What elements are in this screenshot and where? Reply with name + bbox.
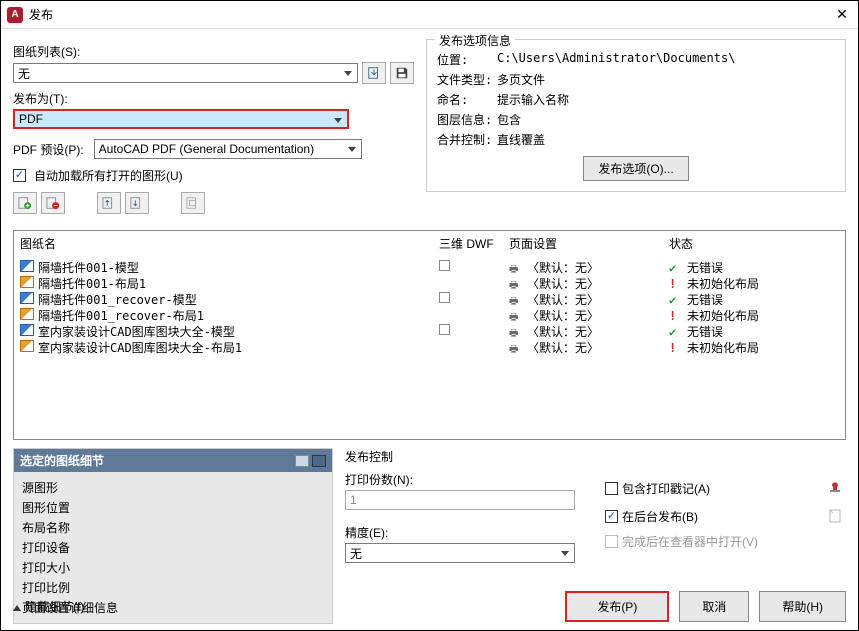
- threeD-checkbox[interactable]: [439, 260, 450, 271]
- sheet-details-title: 选定的图纸细节: [20, 452, 292, 469]
- publish-options-title: 发布选项信息: [435, 32, 515, 49]
- printer-icon: [509, 277, 523, 289]
- sheet-type-icon: [20, 324, 34, 336]
- table-row[interactable]: 隔墙托件001_recover-模型〈默认：无〉✔无错误: [20, 291, 839, 307]
- publish-button[interactable]: 发布(P): [565, 591, 669, 622]
- auto-load-checkbox[interactable]: [13, 169, 26, 182]
- table-row[interactable]: 隔墙托件001-布局1〈默认：无〉!未初始化布局: [20, 275, 839, 291]
- detail-copy-icon[interactable]: [295, 455, 309, 467]
- background-publish-checkbox[interactable]: [605, 510, 618, 523]
- option-info-row: 图层信息:包含: [437, 111, 835, 128]
- table-row[interactable]: 室内家装设计CAD图库图块大全-模型〈默认：无〉✔无错误: [20, 323, 839, 339]
- copies-label: 打印份数(N):: [345, 471, 605, 488]
- col-status-header[interactable]: 状态: [669, 235, 839, 252]
- open-viewer-label: 完成后在查看器中打开(V): [622, 533, 846, 550]
- precision-select[interactable]: 无: [345, 543, 575, 563]
- stamp-icon[interactable]: [824, 477, 846, 499]
- app-icon: A: [7, 7, 23, 23]
- import-icon[interactable]: [362, 62, 386, 84]
- move-up-icon[interactable]: [97, 192, 121, 214]
- sheet-type-icon: [20, 292, 34, 304]
- printer-icon: [509, 309, 523, 321]
- option-info-row: 合并控制:直线覆盖: [437, 131, 835, 148]
- col-page-header[interactable]: 页面设置: [509, 235, 669, 252]
- sheet-type-icon: [20, 276, 34, 288]
- sheet-icon[interactable]: [824, 505, 846, 527]
- option-info-row: 文件类型:多页文件: [437, 71, 835, 88]
- publish-as-select[interactable]: PDF: [13, 109, 349, 129]
- detail-item: 打印设备: [22, 539, 324, 556]
- help-button[interactable]: 帮助(H): [759, 591, 846, 622]
- col-3d-header[interactable]: 三维 DWF: [439, 235, 509, 252]
- pdf-preset-select[interactable]: AutoCAD PDF (General Documentation): [94, 139, 362, 159]
- threeD-checkbox[interactable]: [439, 324, 450, 335]
- sheet-table: 图纸名 三维 DWF 页面设置 状态 隔墙托件001-模型〈默认：无〉✔无错误隔…: [13, 230, 846, 440]
- publish-control-title: 发布控制: [345, 448, 846, 465]
- printer-icon: [509, 325, 523, 337]
- printer-icon: [509, 261, 523, 273]
- add-sheet-icon[interactable]: [13, 192, 37, 214]
- hide-details-toggle[interactable]: 隐藏细节(I): [13, 598, 565, 615]
- sheet-type-icon: [20, 340, 34, 352]
- threeD-checkbox[interactable]: [439, 292, 450, 303]
- publish-as-label: 发布为(T):: [13, 90, 414, 107]
- detail-item: 图形位置: [22, 499, 324, 516]
- cancel-button[interactable]: 取消: [679, 591, 749, 622]
- sheet-type-icon: [20, 260, 34, 272]
- titlebar: A 发布 ✕: [1, 1, 858, 29]
- save-icon[interactable]: [390, 62, 414, 84]
- table-row[interactable]: 隔墙托件001_recover-布局1〈默认：无〉!未初始化布局: [20, 307, 839, 323]
- col-name-header[interactable]: 图纸名: [20, 235, 439, 252]
- window-title: 发布: [29, 6, 832, 23]
- remove-sheet-icon[interactable]: [41, 192, 65, 214]
- open-viewer-checkbox: [605, 535, 618, 548]
- preview-icon[interactable]: [181, 192, 205, 214]
- printer-icon: [509, 293, 523, 305]
- printer-icon: [509, 341, 523, 353]
- table-header: 图纸名 三维 DWF 页面设置 状态: [14, 231, 845, 257]
- sheet-type-icon: [20, 308, 34, 320]
- publish-options-button[interactable]: 发布选项(O)...: [583, 156, 688, 181]
- publish-options-panel: 发布选项信息 位置:C:\Users\Administrator\Documen…: [426, 39, 846, 192]
- detail-item: 布局名称: [22, 519, 324, 536]
- detail-item: 打印大小: [22, 559, 324, 576]
- include-stamp-checkbox[interactable]: [605, 482, 618, 495]
- precision-label: 精度(E):: [345, 524, 605, 541]
- option-info-row: 命名:提示输入名称: [437, 91, 835, 108]
- sheet-toolbar: [13, 192, 414, 214]
- background-publish-label: 在后台发布(B): [622, 508, 818, 525]
- detail-item: 源图形: [22, 479, 324, 496]
- include-stamp-label: 包含打印戳记(A): [622, 480, 818, 497]
- move-down-icon[interactable]: [125, 192, 149, 214]
- close-icon[interactable]: ✕: [832, 6, 852, 23]
- sheet-list-select[interactable]: 无: [13, 63, 358, 83]
- table-row[interactable]: 室内家装设计CAD图库图块大全-布局1〈默认：无〉!未初始化布局: [20, 339, 839, 355]
- pdf-preset-label: PDF 预设(P):: [13, 141, 84, 158]
- copies-input[interactable]: 1: [345, 490, 575, 510]
- option-info-row: 位置:C:\Users\Administrator\Documents\: [437, 51, 835, 68]
- sheet-list-label: 图纸列表(S):: [13, 43, 414, 60]
- table-row[interactable]: 隔墙托件001-模型〈默认：无〉✔无错误: [20, 259, 839, 275]
- detail-expand-icon[interactable]: [312, 455, 326, 467]
- auto-load-label: 自动加载所有打开的图形(U): [34, 167, 183, 184]
